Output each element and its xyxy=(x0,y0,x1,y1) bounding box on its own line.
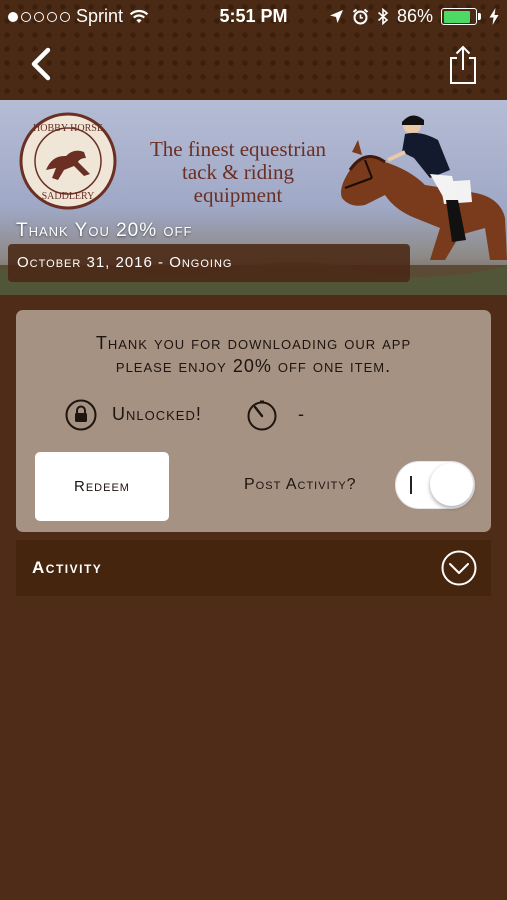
activity-section-header[interactable]: Activity xyxy=(16,540,491,596)
status-bar: Sprint 5:51 PM 86% xyxy=(0,0,507,33)
battery-icon xyxy=(441,8,481,25)
logo-text-top: HOBBY HORSE xyxy=(33,123,103,134)
battery-level xyxy=(443,10,471,23)
charging-bolt-icon xyxy=(489,8,499,25)
offer-details-card: Thank you for downloading our app please… xyxy=(16,310,491,532)
battery-percent: 86% xyxy=(396,6,433,26)
chevron-left-icon xyxy=(31,47,51,81)
offer-title: Thank You 20% off xyxy=(16,220,193,241)
logo-text-bottom: SADDLERY xyxy=(42,191,95,202)
post-activity-toggle[interactable] xyxy=(395,461,475,509)
unlock-status: Unlocked! xyxy=(112,404,202,424)
toggle-knob xyxy=(430,463,473,506)
share-button[interactable] xyxy=(446,44,480,86)
back-button[interactable] xyxy=(26,46,58,82)
share-icon xyxy=(450,45,476,84)
timer-icon xyxy=(247,400,277,431)
hero-tagline: The finest equestrian tack & riding equi… xyxy=(149,137,327,207)
time-remaining: - xyxy=(298,404,304,424)
chevron-down-icon[interactable] xyxy=(441,550,477,586)
redeem-button[interactable]: Redeem xyxy=(35,452,169,521)
activity-label: Activity xyxy=(32,558,103,577)
offer-banner: HOBBY HORSE SADDLERY The finest equestri… xyxy=(0,100,507,295)
location-arrow-icon xyxy=(329,10,343,23)
bluetooth-icon xyxy=(377,7,389,26)
offer-description: Thank you for downloading our app please… xyxy=(95,333,412,376)
lock-icon xyxy=(65,399,97,431)
app-header: Sprint 5:51 PM 86% xyxy=(0,0,507,100)
offer-date-range: October 31, 2016 - Ongoing xyxy=(8,244,410,282)
alarm-icon xyxy=(352,8,369,25)
post-activity-label: Post Activity? xyxy=(244,476,357,493)
